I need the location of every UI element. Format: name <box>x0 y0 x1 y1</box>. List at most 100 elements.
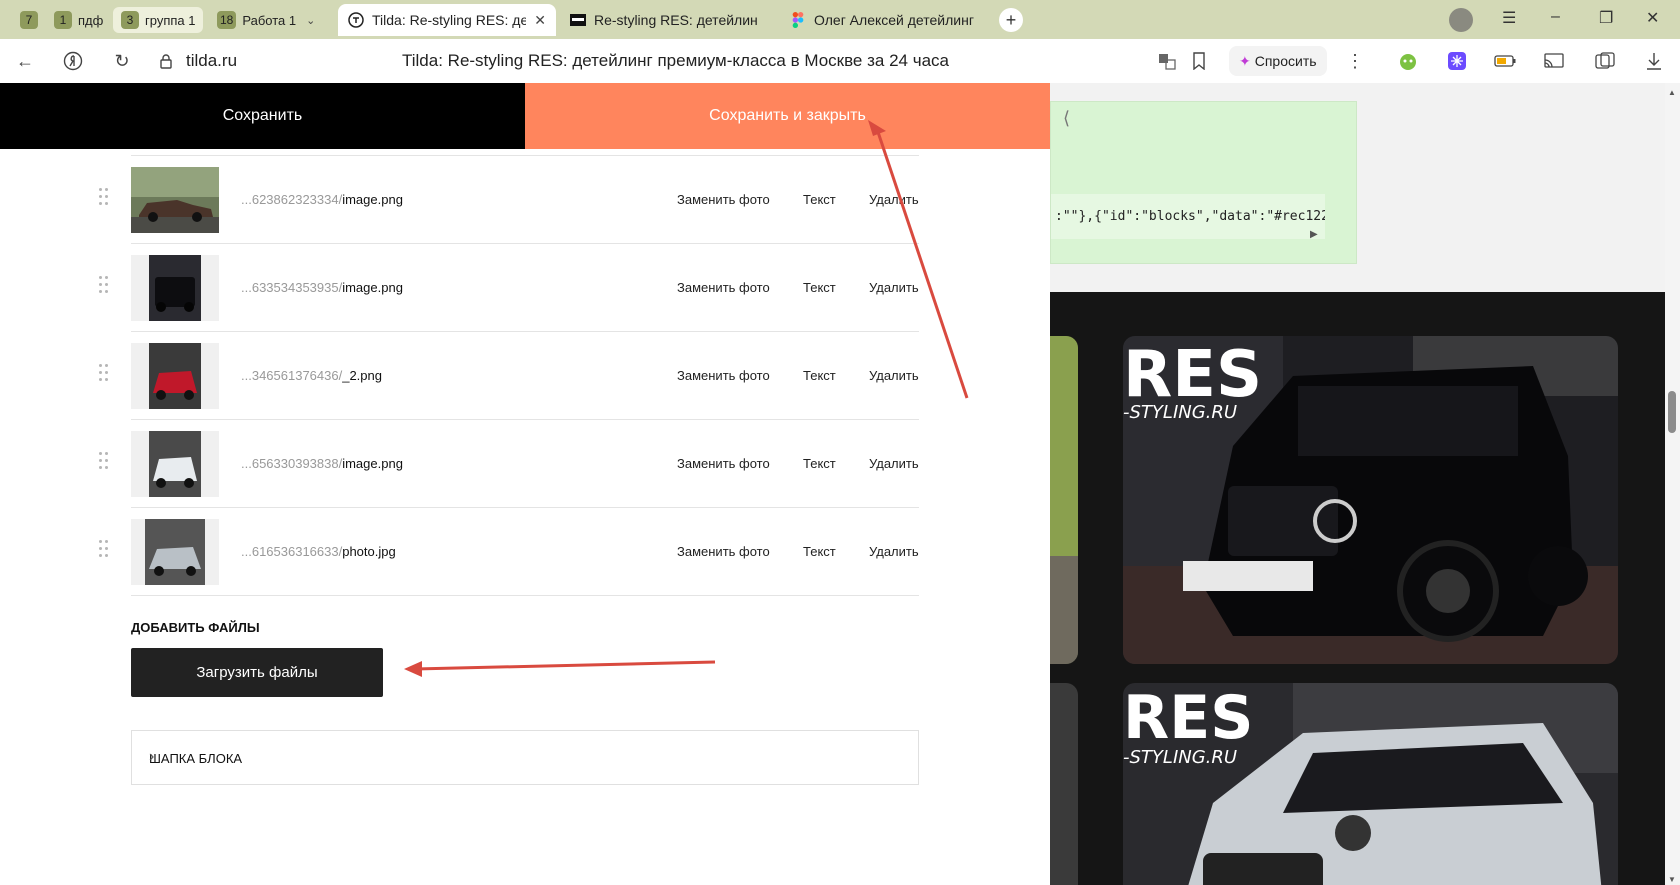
gallery-editor-panel: Сохранить Сохранить и закрыть ...6238623… <box>0 83 1050 885</box>
new-tab-button[interactable]: + <box>999 8 1023 32</box>
file-basename: image.png <box>342 456 403 471</box>
ask-button[interactable]: ✦ Спросить <box>1229 46 1327 76</box>
back-icon[interactable]: ← <box>14 50 36 72</box>
avatar[interactable] <box>1449 8 1473 32</box>
file-basename: photo.jpg <box>342 544 396 559</box>
chevron-right-icon: › <box>149 748 155 765</box>
res-logo-subtext: -STYLING.RU <box>1123 402 1237 423</box>
drag-handle-icon[interactable] <box>99 452 111 474</box>
translate-icon[interactable] <box>1156 50 1178 72</box>
add-files-heading: ДОБАВИТЬ ФАЙЛЫ <box>131 620 260 635</box>
res-logo-text: RES <box>1123 338 1262 412</box>
replace-photo-link[interactable]: Заменить фото <box>677 280 770 295</box>
image-thumbnail[interactable] <box>131 255 219 321</box>
drag-handle-icon[interactable] <box>99 276 111 298</box>
upload-files-button[interactable]: Загрузить файлы <box>131 648 383 697</box>
delete-link[interactable]: Удалить <box>869 368 919 383</box>
drag-handle-icon[interactable] <box>99 188 111 210</box>
tab-group-badge: 3 <box>121 11 139 29</box>
save-and-close-button[interactable]: Сохранить и закрыть <box>525 83 1050 149</box>
tab-figma[interactable]: Олег Алексей детейлинг <box>780 4 990 36</box>
bookmark-icon[interactable] <box>1188 50 1210 72</box>
code-line: :""},{"id":"blocks","data":"#rec122 <box>1051 194 1325 239</box>
gallery-photo-gle[interactable]: RES -STYLING.RU <box>1123 683 1618 885</box>
text-link[interactable]: Текст <box>803 544 836 559</box>
browser-tab-bar: 7 1 пдф 3 группа 1 18 Работа 1 ⌄ Tilda: … <box>0 0 1680 39</box>
drag-handle-icon[interactable] <box>99 540 111 562</box>
replace-photo-link[interactable]: Заменить фото <box>677 544 770 559</box>
block-header-accordion[interactable]: ШАПКА БЛОКА › <box>131 730 919 785</box>
image-row: ...656330393838/image.png Заменить фото … <box>99 420 919 508</box>
tab-tilda-editor[interactable]: Tilda: Re-styling RES: де ✕ <box>338 4 556 36</box>
file-name: ...616536316633/photo.jpg <box>241 544 396 559</box>
extension-android-icon[interactable] <box>1397 50 1419 72</box>
text-link[interactable]: Текст <box>803 192 836 207</box>
extension-snowflake-icon[interactable] <box>1446 50 1468 72</box>
scroll-up-icon[interactable]: ▲ <box>1668 88 1676 97</box>
code-paren: ⟨ <box>1063 108 1071 128</box>
file-basename: image.png <box>342 192 403 207</box>
scroll-right-icon[interactable]: ▶ <box>1310 229 1318 240</box>
tab-group-rabota-1[interactable]: 18 Работа 1 ⌄ <box>209 7 323 33</box>
yandex-icon[interactable] <box>62 50 84 72</box>
collections-icon[interactable] <box>1594 50 1616 72</box>
close-window-icon[interactable]: ✕ <box>1646 8 1659 28</box>
image-thumbnail[interactable] <box>131 167 219 233</box>
minimize-icon[interactable]: – <box>1551 8 1560 26</box>
gallery-photo-partial[interactable] <box>1050 336 1078 664</box>
text-link[interactable]: Текст <box>803 368 836 383</box>
image-thumbnail[interactable] <box>131 343 219 409</box>
tab-res-site[interactable]: Re-styling RES: детейлинг <box>560 4 768 36</box>
page-title: Tilda: Re-styling RES: детейлинг премиум… <box>402 51 949 70</box>
chevron-down-icon[interactable]: ⌄ <box>306 14 315 27</box>
drag-handle-icon[interactable] <box>99 364 111 386</box>
menu-icon[interactable]: ☰ <box>1502 8 1516 28</box>
image-row: ...633534353935/image.png Заменить фото … <box>99 244 919 332</box>
address-bar: ← ↻ tilda.ru Tilda: Re-styling RES: дете… <box>0 39 1680 83</box>
text-link[interactable]: Текст <box>803 456 836 471</box>
gallery-photo-partial[interactable] <box>1050 683 1078 885</box>
cast-icon[interactable] <box>1543 50 1565 72</box>
gallery-photo-g-class[interactable]: RES -STYLING.RU <box>1123 336 1618 664</box>
file-path: ...346561376436/ <box>241 368 343 383</box>
more-vertical-icon[interactable]: ⋮ <box>1344 50 1366 72</box>
plus-icon: + <box>1005 9 1017 30</box>
image-row: ...346561376436/_2.png Заменить фото Тек… <box>99 332 919 420</box>
file-basename: _2.png <box>342 368 382 383</box>
tab-group-pdf[interactable]: 1 пдф <box>46 7 111 33</box>
figma-icon <box>790 12 806 28</box>
lock-icon[interactable] <box>155 50 177 72</box>
tab-group-gruppa-1[interactable]: 3 группа 1 <box>113 7 204 33</box>
reload-icon[interactable]: ↻ <box>111 50 133 72</box>
image-thumbnail[interactable] <box>131 431 219 497</box>
delete-link[interactable]: Удалить <box>869 280 919 295</box>
gallery-section: RES -STYLING.RU RES -STYLING.RU <box>1050 292 1665 885</box>
replace-photo-link[interactable]: Заменить фото <box>677 368 770 383</box>
battery-icon[interactable] <box>1494 50 1516 72</box>
restore-icon[interactable]: ❐ <box>1599 8 1613 28</box>
sparkle-icon: ✦ <box>1239 52 1251 69</box>
code-text: :""},{"id":"blocks","data":"#rec122 <box>1055 209 1325 224</box>
vertical-scrollbar[interactable]: ▲ ▼ <box>1665 83 1680 885</box>
text-link[interactable]: Текст <box>803 280 836 295</box>
delete-link[interactable]: Удалить <box>869 192 919 207</box>
delete-link[interactable]: Удалить <box>869 456 919 471</box>
download-icon[interactable] <box>1643 50 1665 72</box>
delete-link[interactable]: Удалить <box>869 544 919 559</box>
file-name: ...656330393838/image.png <box>241 456 403 471</box>
file-path: ...656330393838/ <box>241 456 343 471</box>
image-row: ...616536316633/photo.jpg Заменить фото … <box>99 508 919 596</box>
site-preview: ⟨ :""},{"id":"blocks","data":"#rec122 ▶ <box>1050 83 1665 885</box>
image-thumbnail[interactable] <box>131 519 219 585</box>
save-button[interactable]: Сохранить <box>0 83 525 149</box>
url-domain[interactable]: tilda.ru <box>186 51 237 71</box>
file-basename: image.png <box>342 280 403 295</box>
replace-photo-link[interactable]: Заменить фото <box>677 192 770 207</box>
scrollbar-thumb[interactable] <box>1668 391 1676 433</box>
tab-title: Tilda: Re-styling RES: де <box>372 12 527 28</box>
file-path: ...616536316633/ <box>241 544 343 559</box>
scroll-down-icon[interactable]: ▼ <box>1668 875 1676 884</box>
tab-group-badge: 18 <box>217 11 237 29</box>
close-icon[interactable]: ✕ <box>534 12 546 29</box>
replace-photo-link[interactable]: Заменить фото <box>677 456 770 471</box>
